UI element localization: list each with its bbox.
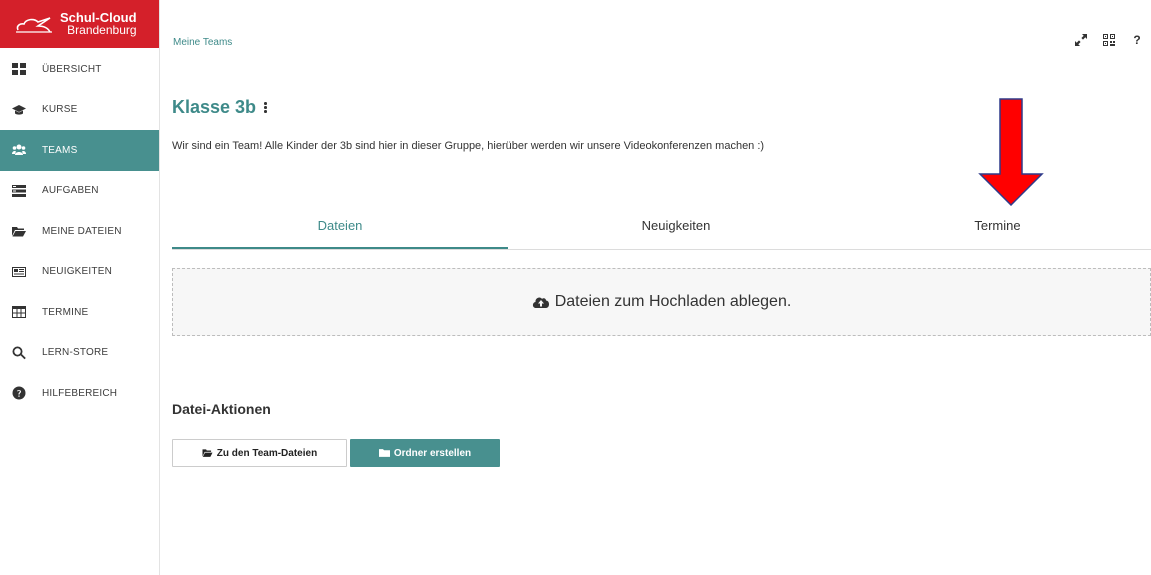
folder-open-icon <box>202 449 213 457</box>
sidebar-item-hilfebereich[interactable]: HILFEBEREICH <box>0 373 159 414</box>
breadcrumb-meine-teams[interactable]: Meine Teams <box>173 37 232 48</box>
tab-termine[interactable]: Termine <box>844 210 1151 249</box>
red-arrow-annotation <box>978 98 1044 206</box>
dropzone-label: Dateien zum Hochladen ablegen. <box>554 293 792 310</box>
fullscreen-icon[interactable] <box>1067 32 1095 48</box>
team-files-button-label: Zu den Team-Dateien <box>216 447 318 459</box>
create-folder-button[interactable]: Ordner erstellen <box>350 439 500 467</box>
file-actions-title: Datei-Aktionen <box>172 401 271 417</box>
sidebar-item-meine-dateien[interactable]: MEINE DATEIEN <box>0 211 159 252</box>
team-files-button[interactable]: Zu den Team-Dateien <box>172 439 347 467</box>
file-dropzone[interactable]: Dateien zum Hochladen ablegen. <box>172 268 1151 336</box>
sidebar-item-kurse[interactable]: KURSE <box>0 90 159 131</box>
tab-neuigkeiten[interactable]: Neuigkeiten <box>508 210 844 249</box>
calendar-icon <box>12 305 26 319</box>
sidebar-item-neuigkeiten[interactable]: NEUIGKEITEN <box>0 252 159 293</box>
kebab-menu-icon[interactable] <box>264 102 267 113</box>
tab-dateien[interactable]: Dateien <box>172 210 508 249</box>
tab-bar: Dateien Neuigkeiten Termine <box>172 210 1151 250</box>
sidebar-item-teams[interactable]: TEAMS <box>0 130 159 171</box>
sidebar-nav: ÜBERSICHT KURSE TEAMS AUFGABEN MEINE DAT… <box>0 49 159 414</box>
qr-code-icon[interactable] <box>1095 32 1123 48</box>
help-button[interactable]: ? <box>1123 32 1151 48</box>
sidebar-item-label: HILFEBEREICH <box>42 387 118 399</box>
top-toolbar: ? <box>1067 32 1151 48</box>
sidebar-item-termine[interactable]: TERMINE <box>0 292 159 333</box>
sidebar-item-label: ÜBERSICHT <box>42 63 102 75</box>
sidebar: Schul-Cloud Brandenburg ÜBERSICHT KURSE … <box>0 0 160 575</box>
sidebar-item-label: AUFGABEN <box>42 185 99 197</box>
team-name: Klasse 3b <box>172 97 257 117</box>
newspaper-icon <box>12 265 26 279</box>
logo-subtitle: Brandenburg <box>67 23 137 37</box>
sidebar-item-label: KURSE <box>42 104 78 116</box>
search-icon <box>12 346 26 360</box>
folder-open-icon <box>12 224 26 238</box>
sidebar-item-label: NEUIGKEITEN <box>42 266 112 278</box>
sidebar-item-aufgaben[interactable]: AUFGABEN <box>0 171 159 212</box>
graduation-cap-icon <box>12 103 26 117</box>
users-icon <box>12 143 26 157</box>
sidebar-item-lern-store[interactable]: LERN-STORE <box>0 333 159 374</box>
dashboard-icon <box>12 62 26 76</box>
sidebar-item-label: TERMINE <box>42 306 89 318</box>
folder-icon <box>378 449 390 457</box>
sidebar-item-label: LERN-STORE <box>42 347 109 359</box>
team-description: Wir sind ein Team! Alle Kinder der 3b si… <box>172 140 765 152</box>
sidebar-item-label: MEINE DATEIEN <box>42 225 122 237</box>
cloud-upload-icon <box>532 297 549 308</box>
create-folder-button-label: Ordner erstellen <box>393 447 472 459</box>
sidebar-item-uebersicht[interactable]: ÜBERSICHT <box>0 49 159 90</box>
help-circle-icon <box>12 386 26 400</box>
page-title: Klasse 3b <box>172 97 267 118</box>
schul-cloud-logo[interactable]: Schul-Cloud Brandenburg <box>0 0 159 48</box>
sidebar-item-label: TEAMS <box>42 144 78 156</box>
tasks-icon <box>12 184 26 198</box>
cloud-logo-icon <box>16 17 52 33</box>
